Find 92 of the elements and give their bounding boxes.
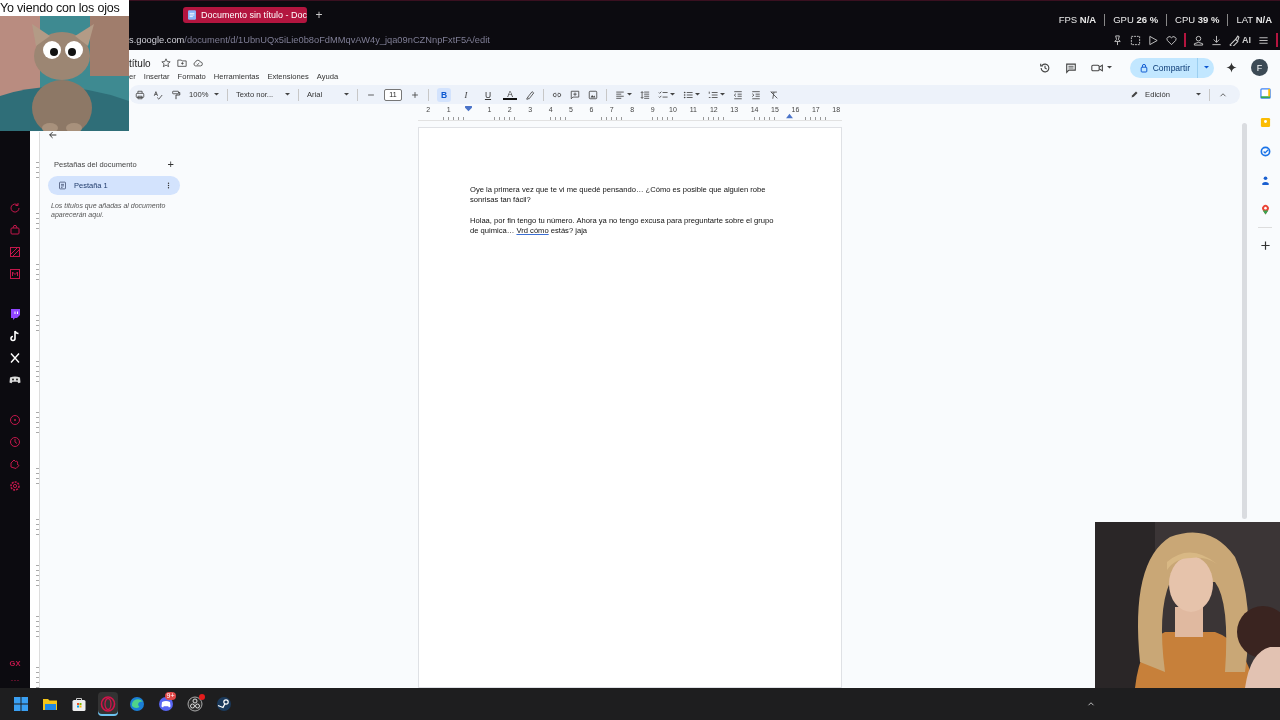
account-avatar[interactable]: F: [1251, 59, 1268, 76]
line-spacing-icon[interactable]: [640, 89, 650, 100]
app-icon: [187, 696, 203, 712]
app-icon: [100, 696, 116, 712]
ai-button[interactable]: AI: [1229, 34, 1251, 46]
checklist-button[interactable]: [658, 89, 675, 100]
document-title[interactable]: título: [129, 57, 151, 69]
map-pin-icon[interactable]: [1259, 204, 1271, 215]
app-icon: [13, 696, 29, 712]
performance-stat: FPS N/A: [1058, 14, 1097, 25]
caret-icon: [1203, 65, 1209, 70]
lock-icon: [1139, 62, 1148, 73]
mail-icon[interactable]: [9, 268, 21, 280]
right-margin-marker-icon[interactable]: [786, 113, 793, 119]
clear-formatting-icon[interactable]: [769, 89, 779, 100]
comment-icon[interactable]: [1064, 61, 1077, 74]
reload-icon[interactable]: [9, 202, 21, 214]
calendar-icon[interactable]: [1259, 88, 1271, 99]
format-button[interactable]: B: [437, 87, 451, 102]
align-button[interactable]: [615, 89, 632, 100]
checklist-icon: [658, 89, 668, 100]
bulleted-list-button[interactable]: [683, 89, 700, 100]
user-icon[interactable]: [1193, 34, 1204, 46]
decrease-indent-icon[interactable]: [733, 89, 743, 100]
record-icon[interactable]: [9, 414, 21, 426]
caret-icon: [344, 92, 349, 97]
download-icon[interactable]: [1211, 34, 1222, 46]
x-icon[interactable]: [9, 352, 21, 364]
caret-icon: [670, 92, 675, 97]
new-tab-button[interactable]: +: [313, 8, 325, 22]
add-comment-icon[interactable]: [570, 89, 580, 100]
app-icon: [42, 696, 58, 712]
performance-stat: CPU 39 %: [1175, 14, 1220, 25]
format-button[interactable]: U: [481, 87, 495, 102]
screenshot-icon[interactable]: [1130, 34, 1141, 46]
paint-format-icon[interactable]: [171, 89, 181, 100]
menu-icon[interactable]: [1258, 34, 1269, 46]
cloud-icon[interactable]: [192, 58, 203, 68]
pin-icon[interactable]: [1112, 34, 1123, 46]
play-icon[interactable]: [1148, 34, 1159, 46]
add-icon[interactable]: [1259, 240, 1271, 251]
note-icon[interactable]: [9, 330, 21, 342]
bulleted-list-icon: [683, 89, 693, 100]
heart-icon[interactable]: [1166, 34, 1177, 46]
meme-caption: Yo viendo con los ojos: [0, 0, 121, 16]
app-icon: [216, 696, 232, 712]
brush-icon: [1229, 34, 1240, 46]
performance-stat: LAT N/A: [1236, 14, 1272, 25]
app-icon: [71, 696, 87, 712]
more-icon[interactable]: [167, 181, 170, 190]
document-icon: [188, 10, 196, 20]
taskbar-app[interactable]: [98, 692, 118, 716]
video-camera-icon: [1090, 62, 1104, 73]
highlighter-icon[interactable]: [525, 89, 535, 100]
scrollbar[interactable]: [1242, 123, 1247, 519]
video-call-button[interactable]: [1090, 62, 1112, 73]
indent-marker-icon[interactable]: [465, 106, 472, 112]
settings-icon[interactable]: [9, 480, 21, 492]
plus-icon[interactable]: [410, 89, 420, 100]
format-button[interactable]: I: [459, 87, 473, 102]
print-icon[interactable]: [135, 89, 145, 100]
caret-icon: [285, 92, 290, 97]
pencil-icon: [1130, 90, 1140, 99]
browser-tab[interactable]: Documento sin título - Doc: [183, 7, 307, 23]
contacts-icon[interactable]: [1259, 175, 1271, 186]
app-icon: [129, 696, 145, 712]
star-icon[interactable]: [160, 58, 171, 68]
spellcheck-icon[interactable]: [153, 89, 163, 100]
performance-stat: GPU 26 %: [1113, 14, 1159, 25]
twitch-icon[interactable]: [9, 308, 21, 320]
caret-icon: [627, 92, 632, 97]
format-button[interactable]: A: [503, 89, 517, 100]
folder-icon[interactable]: [176, 58, 187, 68]
increase-indent-icon[interactable]: [751, 89, 761, 100]
address-bar[interactable]: s.google.com/document/d/1UbnUQx5iLie0b8oFdMMqvAW4y_jqa09nCZNnpFxtF5A/edit: [129, 35, 490, 45]
sparkle-icon[interactable]: [1226, 62, 1237, 73]
gamepad-icon[interactable]: [9, 374, 21, 386]
add-tab-button[interactable]: +: [167, 158, 174, 170]
caret-icon: [1106, 65, 1112, 70]
document-icon: [58, 181, 67, 190]
align-icon: [615, 89, 625, 100]
tasks-icon[interactable]: [1259, 146, 1271, 157]
clock-icon[interactable]: [9, 436, 21, 448]
back-arrow-icon[interactable]: [48, 130, 58, 140]
numbered-list-button[interactable]: [708, 89, 725, 100]
caret-icon: [720, 92, 725, 97]
history-icon[interactable]: [1038, 61, 1051, 74]
caret-icon: [214, 92, 220, 97]
numbered-list-icon: [708, 89, 718, 100]
caret-icon: [1196, 92, 1201, 97]
app-icon: [158, 696, 174, 712]
caret-icon: [695, 92, 700, 97]
